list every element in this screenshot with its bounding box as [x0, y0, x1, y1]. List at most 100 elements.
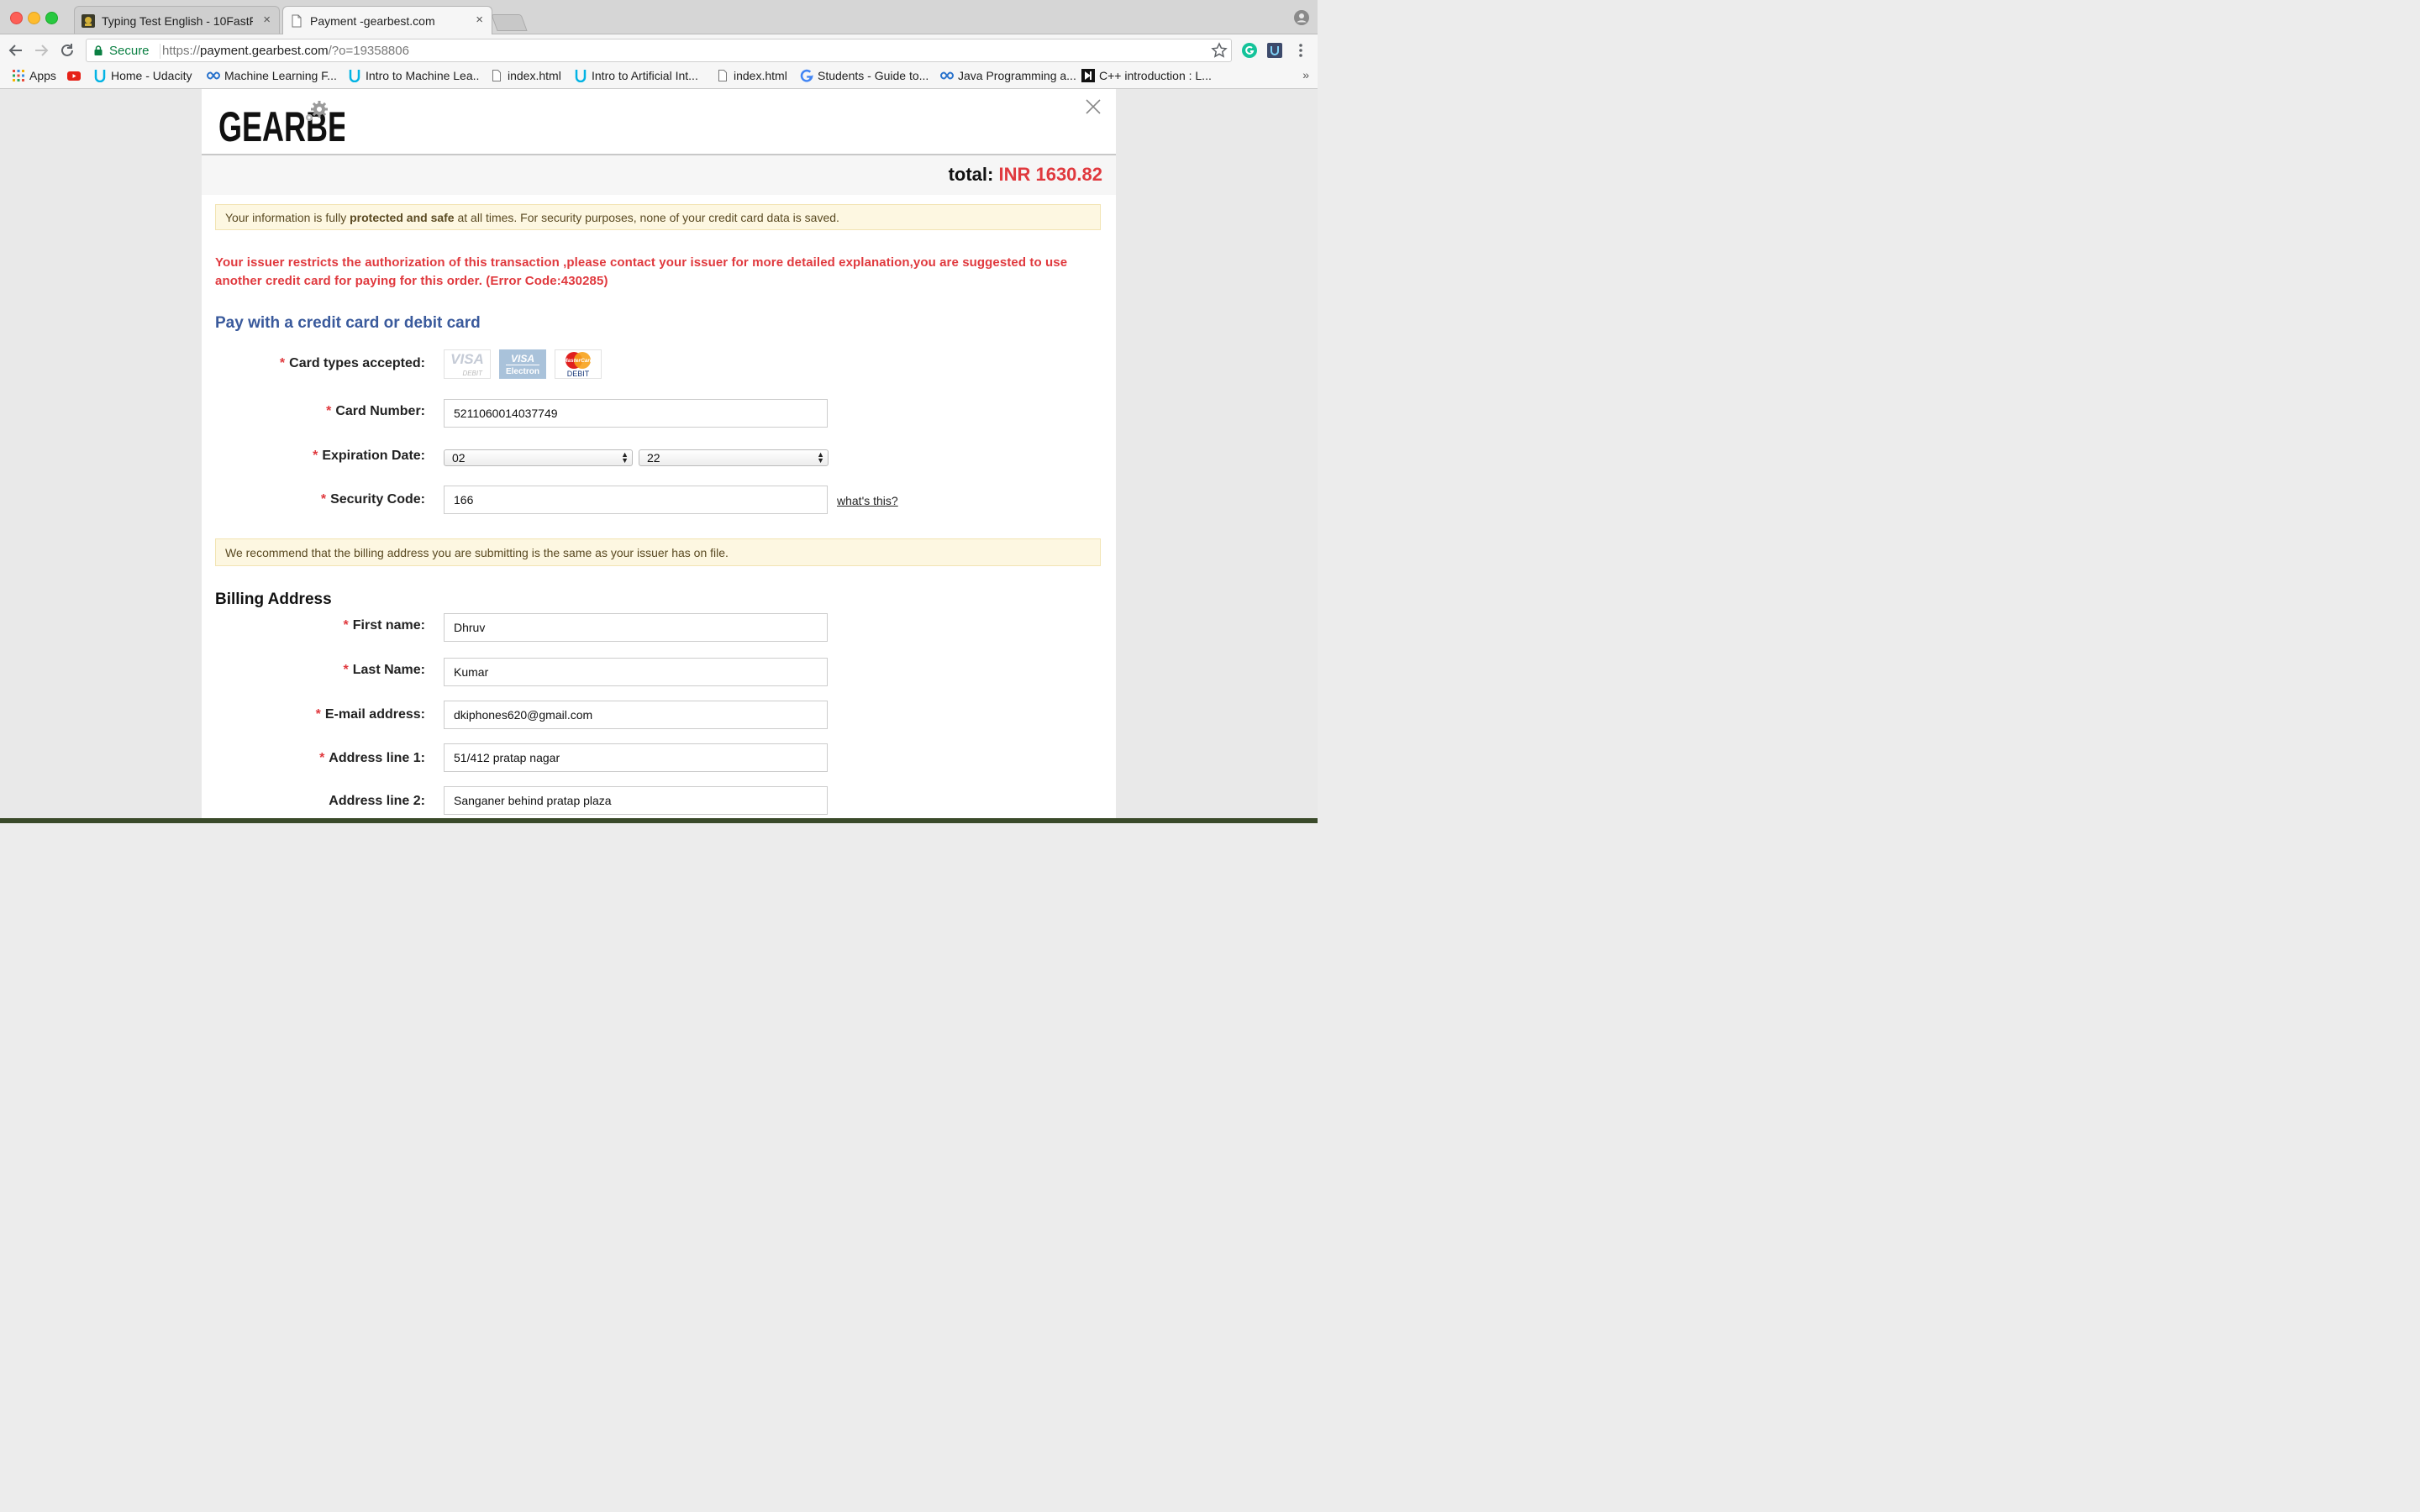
visa-electron-logo: VISA Electron: [499, 349, 546, 379]
chrome-menu-icon[interactable]: [1297, 43, 1305, 58]
apps-grid-icon: [13, 70, 24, 81]
bookmark-apps[interactable]: Apps: [12, 69, 56, 82]
bookmark-students-guide[interactable]: Students - Guide to...: [800, 69, 929, 82]
email-label: * E-mail address:: [315, 707, 425, 722]
select-arrows-icon: ▲ ▼: [817, 450, 824, 465]
total-bar: total: INR 1630.82: [202, 155, 1116, 195]
bookmark-label: Apps: [29, 69, 56, 82]
order-total: total: INR 1630.82: [949, 164, 1102, 186]
security-code-label: * Security Code:: [320, 492, 425, 507]
security-notice: Your information is fully protected and …: [215, 204, 1101, 230]
forward-arrow-icon[interactable]: [32, 41, 50, 60]
modal-header: GEARBEST: [202, 89, 1116, 155]
bookmark-label: C++ introduction : L...: [1099, 69, 1212, 82]
error-message: Your issuer restricts the authorization …: [215, 255, 1068, 288]
bookmarks-bar: Apps Home - Udacity Machine Learning F..…: [0, 66, 1318, 89]
svg-text:DEBIT: DEBIT: [567, 370, 590, 378]
bookmark-label: Students - Guide to...: [818, 69, 929, 82]
udacity-extension-icon[interactable]: [1267, 43, 1282, 58]
svg-text:VISA: VISA: [511, 353, 534, 365]
bookmark-index-html-2[interactable]: index.html: [716, 69, 787, 82]
security-code-input[interactable]: 166: [444, 486, 828, 514]
grammarly-icon[interactable]: [1242, 43, 1257, 58]
last-name-input[interactable]: Kumar: [444, 658, 828, 686]
bookmark-index-html[interactable]: index.html: [490, 69, 561, 82]
bookmark-intro-ai[interactable]: Intro to Artificial Int...: [574, 69, 698, 82]
card-number-label: * Card Number:: [326, 404, 425, 418]
bookmark-intro-machine-learning[interactable]: Intro to Machine Lea..: [348, 69, 479, 82]
tab-close-icon[interactable]: ×: [476, 13, 483, 27]
required-mark: *: [326, 404, 332, 418]
close-window-button[interactable]: [10, 12, 23, 24]
back-arrow-icon[interactable]: [7, 41, 25, 60]
payment-section-title: Pay with a credit card or debit card: [215, 314, 481, 332]
reload-icon[interactable]: [58, 41, 76, 60]
required-mark: *: [319, 751, 325, 765]
billing-notice: We recommend that the billing address yo…: [215, 538, 1101, 566]
required-mark: *: [279, 356, 286, 370]
bookmark-java-programming[interactable]: Java Programming a...: [940, 69, 1076, 82]
bookmark-youtube[interactable]: [67, 69, 81, 82]
svg-text:MasterCard: MasterCard: [563, 358, 594, 364]
required-mark: *: [343, 618, 349, 633]
email-field[interactable]: dkiphones620@gmail.com: [444, 701, 828, 729]
bookmark-label: Machine Learning F...: [224, 69, 337, 82]
browser-toolbar: Secure https://payment.gearbest.com/?o=1…: [0, 34, 1318, 66]
required-mark: *: [315, 707, 321, 722]
close-icon[interactable]: [1084, 97, 1102, 116]
page-favicon-icon: [292, 14, 302, 28]
card-number-input[interactable]: 5211060014037749: [444, 399, 828, 428]
bookmark-label: Home - Udacity: [111, 69, 192, 82]
secure-label: Secure: [109, 44, 150, 58]
total-amount: INR 1630.82: [998, 164, 1102, 185]
udacity-icon: [94, 70, 106, 82]
bookmark-star-icon[interactable]: [1211, 42, 1228, 59]
address-line-1-input[interactable]: 51/412 pratap nagar: [444, 743, 828, 772]
first-name-input[interactable]: Dhruv: [444, 613, 828, 642]
page-icon: [492, 70, 501, 81]
coursera-icon: [940, 71, 954, 80]
cpp-icon: [1081, 69, 1095, 82]
bookmark-machine-learning[interactable]: Machine Learning F...: [207, 69, 337, 82]
new-tab-button[interactable]: [491, 14, 528, 31]
udacity-icon: [575, 70, 587, 82]
bookmark-label: Intro to Machine Lea..: [366, 69, 480, 82]
selected-month: 02: [452, 451, 466, 465]
bookmarks-overflow-icon[interactable]: »: [1302, 68, 1309, 81]
tab-typing-test[interactable]: Typing Test English - 10FastFingers ×: [74, 6, 280, 34]
10fastfingers-favicon-icon: [82, 14, 95, 28]
svg-text:DEBIT: DEBIT: [462, 370, 483, 377]
required-mark: *: [320, 492, 327, 507]
selected-year: 22: [647, 451, 660, 465]
required-mark: *: [313, 449, 318, 463]
bookmark-cpp-introduction[interactable]: C++ introduction : L...: [1081, 69, 1212, 82]
payment-modal: GEARBEST total: INR 163: [202, 89, 1116, 818]
bookmark-home-udacity[interactable]: Home - Udacity: [93, 69, 192, 82]
zoom-window-button[interactable]: [45, 12, 58, 24]
svg-text:VISA: VISA: [450, 351, 484, 367]
minimize-window-button[interactable]: [28, 12, 40, 24]
select-arrows-icon: ▲ ▼: [621, 450, 629, 465]
billing-address-title: Billing Address: [215, 591, 332, 608]
last-name-label: * Last Name:: [343, 663, 425, 677]
expiration-month-select[interactable]: 02 ▲ ▼: [444, 449, 633, 466]
page-icon: [718, 70, 727, 81]
dock-strip: [0, 818, 1318, 823]
youtube-icon: [67, 71, 81, 81]
address-line-2-label: Address line 2:: [329, 794, 425, 808]
mastercard-debit-logo: MasterCard DEBIT: [555, 349, 602, 379]
bookmark-label: index.html: [508, 69, 561, 82]
udacity-icon: [349, 70, 360, 82]
address-bar[interactable]: Secure https://payment.gearbest.com/?o=1…: [86, 39, 1232, 62]
tab-title: Payment -gearbest.com: [310, 14, 435, 28]
whats-this-link[interactable]: what's this?: [837, 494, 898, 507]
google-icon: [800, 69, 813, 82]
coursera-icon: [207, 71, 220, 80]
url-text[interactable]: https://payment.gearbest.com/?o=19358806: [162, 44, 409, 58]
tab-close-icon[interactable]: ×: [263, 13, 271, 27]
profile-icon[interactable]: [1294, 10, 1309, 25]
address-line-2-input[interactable]: Sanganer behind pratap plaza: [444, 786, 828, 815]
expiration-year-select[interactable]: 22 ▲ ▼: [639, 449, 829, 466]
bookmark-label: index.html: [734, 69, 787, 82]
tab-payment[interactable]: Payment -gearbest.com ×: [282, 6, 492, 34]
